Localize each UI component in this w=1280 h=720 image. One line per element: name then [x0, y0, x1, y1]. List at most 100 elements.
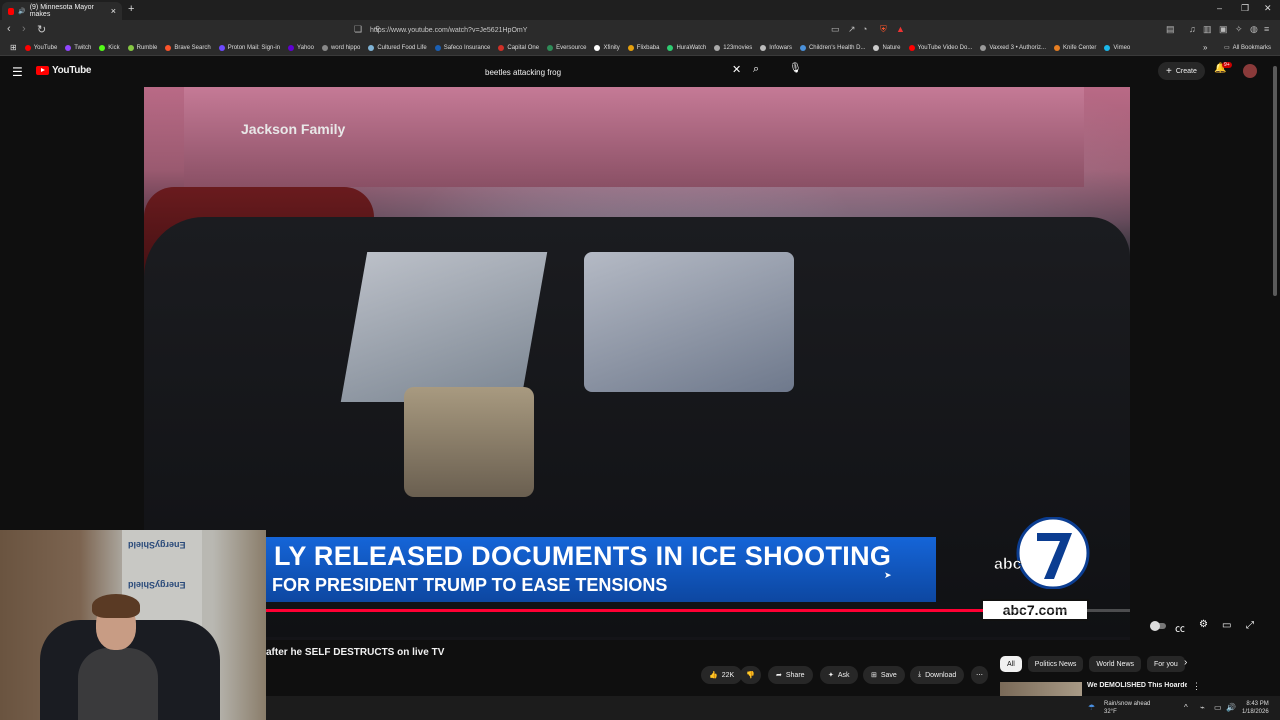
bookmark-item[interactable]: Proton Mail: Sign-in — [215, 44, 284, 51]
bookmark-favicon-icon — [873, 44, 880, 51]
bookmark-item[interactable]: Infowars — [756, 44, 796, 51]
bookmark-label: Nature — [882, 44, 901, 51]
bookmark-item[interactable]: Nature — [869, 44, 904, 51]
bookmark-item[interactable]: word hippo — [318, 44, 364, 51]
chip-for-you[interactable]: For you — [1147, 656, 1185, 672]
bookmark-item[interactable]: Knife Center — [1050, 44, 1100, 51]
kebab-menu-icon[interactable]: ⋮ — [1192, 681, 1201, 692]
settings-gear-icon[interactable]: ⚙ — [1199, 619, 1208, 630]
chip-world-news[interactable]: World News — [1089, 656, 1142, 672]
share-page-icon[interactable]: ↗ — [848, 24, 856, 35]
chip-all[interactable]: All — [1000, 656, 1022, 672]
tab-close-icon[interactable]: × — [111, 6, 116, 16]
chip-politics-news[interactable]: Politics News — [1027, 656, 1084, 672]
bookmark-item[interactable]: Flixbaba — [624, 44, 664, 51]
captions-icon[interactable]: ㏄ — [1175, 620, 1185, 635]
bookmark-item[interactable]: Children's Health D... — [796, 44, 870, 51]
video-progress-bar[interactable] — [266, 609, 1130, 612]
dislike-button[interactable]: 👎 — [740, 666, 761, 684]
all-bookmarks[interactable]: ▭ All Bookmarks — [1220, 44, 1275, 52]
video-scene-window — [340, 252, 548, 402]
tray-chevron-icon[interactable]: ^ — [1184, 703, 1188, 712]
theater-mode-icon[interactable]: ▭ — [1222, 620, 1231, 631]
bookmark-item[interactable]: Vimeo — [1100, 44, 1134, 51]
bookmark-icon[interactable]: ❏ — [354, 24, 362, 35]
back-icon[interactable]: ‹ — [7, 23, 11, 35]
bookmark-label: Kick — [108, 44, 120, 51]
extensions-icon[interactable]: ✧ — [1235, 24, 1243, 35]
reload-icon[interactable]: ↻ — [37, 23, 46, 36]
weather-icon[interactable]: ☂ — [1088, 703, 1095, 712]
bookmark-label: Eversource — [556, 44, 587, 51]
weather-widget[interactable]: Rain/snow ahead 32°F — [1104, 700, 1150, 716]
search-icon[interactable]: ⌕ — [753, 63, 759, 76]
bookmark-item[interactable]: 123movies — [710, 44, 756, 51]
bookmark-item[interactable]: Twitch — [61, 44, 95, 51]
apps-icon[interactable]: ⊞ — [6, 43, 21, 52]
bookmark-item[interactable]: Safeco Insurance — [431, 44, 495, 51]
bookmark-item[interactable]: YouTube Video Do... — [905, 44, 977, 51]
media-icon[interactable]: ♫ — [1189, 24, 1196, 34]
volume-icon[interactable]: 🔊 — [1226, 703, 1236, 712]
insulation-text: EnergyShield — [128, 580, 186, 590]
share-button[interactable]: ➦ Share — [768, 666, 813, 684]
video-player[interactable]: Jackson Family LY RELEASED DOCUMENTS IN … — [144, 87, 1130, 640]
download-label: Download — [925, 671, 957, 679]
hamburger-menu-icon[interactable]: ☰ — [12, 65, 23, 79]
bookmark-favicon-icon — [760, 44, 767, 51]
bookmark-item[interactable]: YouTube — [21, 44, 62, 51]
download-button[interactable]: ⤓ Download — [910, 666, 965, 684]
chevron-right-icon[interactable]: › — [1184, 657, 1187, 668]
brave-rewards-icon[interactable]: ▲ — [896, 24, 905, 34]
microphone-icon[interactable]: 🎙 — [789, 63, 802, 74]
clear-search-icon[interactable]: ✕ — [732, 63, 741, 76]
bookmark-item[interactable]: Yahoo — [284, 44, 318, 51]
screen-icon[interactable]: ▭ — [831, 24, 840, 35]
browser-tab[interactable]: 🔊 (9) Minnesota Mayor makes × — [2, 2, 122, 20]
bookmark-label: Vaxxed 3 • Authoriz... — [989, 44, 1047, 51]
reading-list-icon[interactable]: ▥ — [1203, 24, 1212, 35]
save-button[interactable]: ⊞ Save — [863, 666, 905, 684]
search-input[interactable]: beetles attacking frog — [478, 63, 748, 81]
bookmark-item[interactable]: Cultured Food Life — [364, 44, 430, 51]
rss-icon[interactable]: ◔ — [862, 24, 867, 34]
display-icon[interactable]: ▭ — [1214, 703, 1222, 712]
menu-icon[interactable]: ≡ — [1264, 24, 1269, 34]
network-icon[interactable]: ⌁ — [1200, 703, 1205, 712]
tabs-icon[interactable]: ▣ — [1219, 24, 1228, 35]
bookmark-item[interactable]: Capital One — [494, 44, 543, 51]
bookmark-label: Knife Center — [1063, 44, 1097, 51]
system-clock[interactable]: 8:43 PM 1/18/2026 — [1242, 700, 1269, 716]
recommendation-title[interactable]: We DEMOLISHED This Hoarder House And Tur… — [1087, 682, 1187, 689]
create-button[interactable]: + Create — [1158, 62, 1205, 80]
bookmark-item[interactable]: Brave Search — [161, 44, 214, 51]
ask-button[interactable]: ✦ Ask — [820, 666, 858, 684]
recommendation-thumbnail[interactable] — [1000, 682, 1082, 696]
fullscreen-icon[interactable]: ⤢ — [1246, 620, 1254, 631]
url-field[interactable]: https://www.youtube.com/watch?v=Je5621Hp… — [370, 23, 910, 37]
minimize-icon[interactable]: – — [1217, 3, 1222, 13]
bookmark-item[interactable]: Xfinity — [590, 44, 623, 51]
video-scene-seat — [404, 387, 534, 497]
restore-icon[interactable]: ❐ — [1241, 3, 1249, 14]
bookmark-item[interactable]: HuraWatch — [663, 44, 710, 51]
new-tab-button[interactable]: + — [128, 3, 134, 15]
autoplay-toggle[interactable] — [1150, 621, 1166, 631]
sidebar-icon[interactable]: ▤ — [1166, 24, 1175, 35]
bookmark-item[interactable]: Vaxxed 3 • Authoriz... — [976, 44, 1050, 51]
wallet-icon[interactable]: ◍ — [1250, 24, 1258, 35]
avatar[interactable] — [1243, 64, 1257, 78]
bookmark-item[interactable]: Rumble — [124, 44, 162, 51]
bookmark-item[interactable]: Kick — [95, 44, 123, 51]
like-button[interactable]: 👍 22K — [701, 666, 743, 684]
thumbs-down-icon: 👎 — [746, 672, 755, 679]
more-actions-button[interactable]: ⋯ — [971, 666, 988, 684]
bookmark-item[interactable]: Eversource — [543, 44, 590, 51]
close-window-icon[interactable]: ✕ — [1264, 3, 1272, 14]
forward-icon[interactable]: › — [22, 23, 26, 35]
more-bookmarks-icon[interactable]: » — [1199, 43, 1211, 52]
brave-shield-icon[interactable]: ⛨ — [880, 24, 887, 35]
bookmark-favicon-icon — [627, 44, 634, 51]
page-scrollbar[interactable] — [1273, 66, 1277, 296]
youtube-logo[interactable]: YouTube — [36, 65, 92, 76]
